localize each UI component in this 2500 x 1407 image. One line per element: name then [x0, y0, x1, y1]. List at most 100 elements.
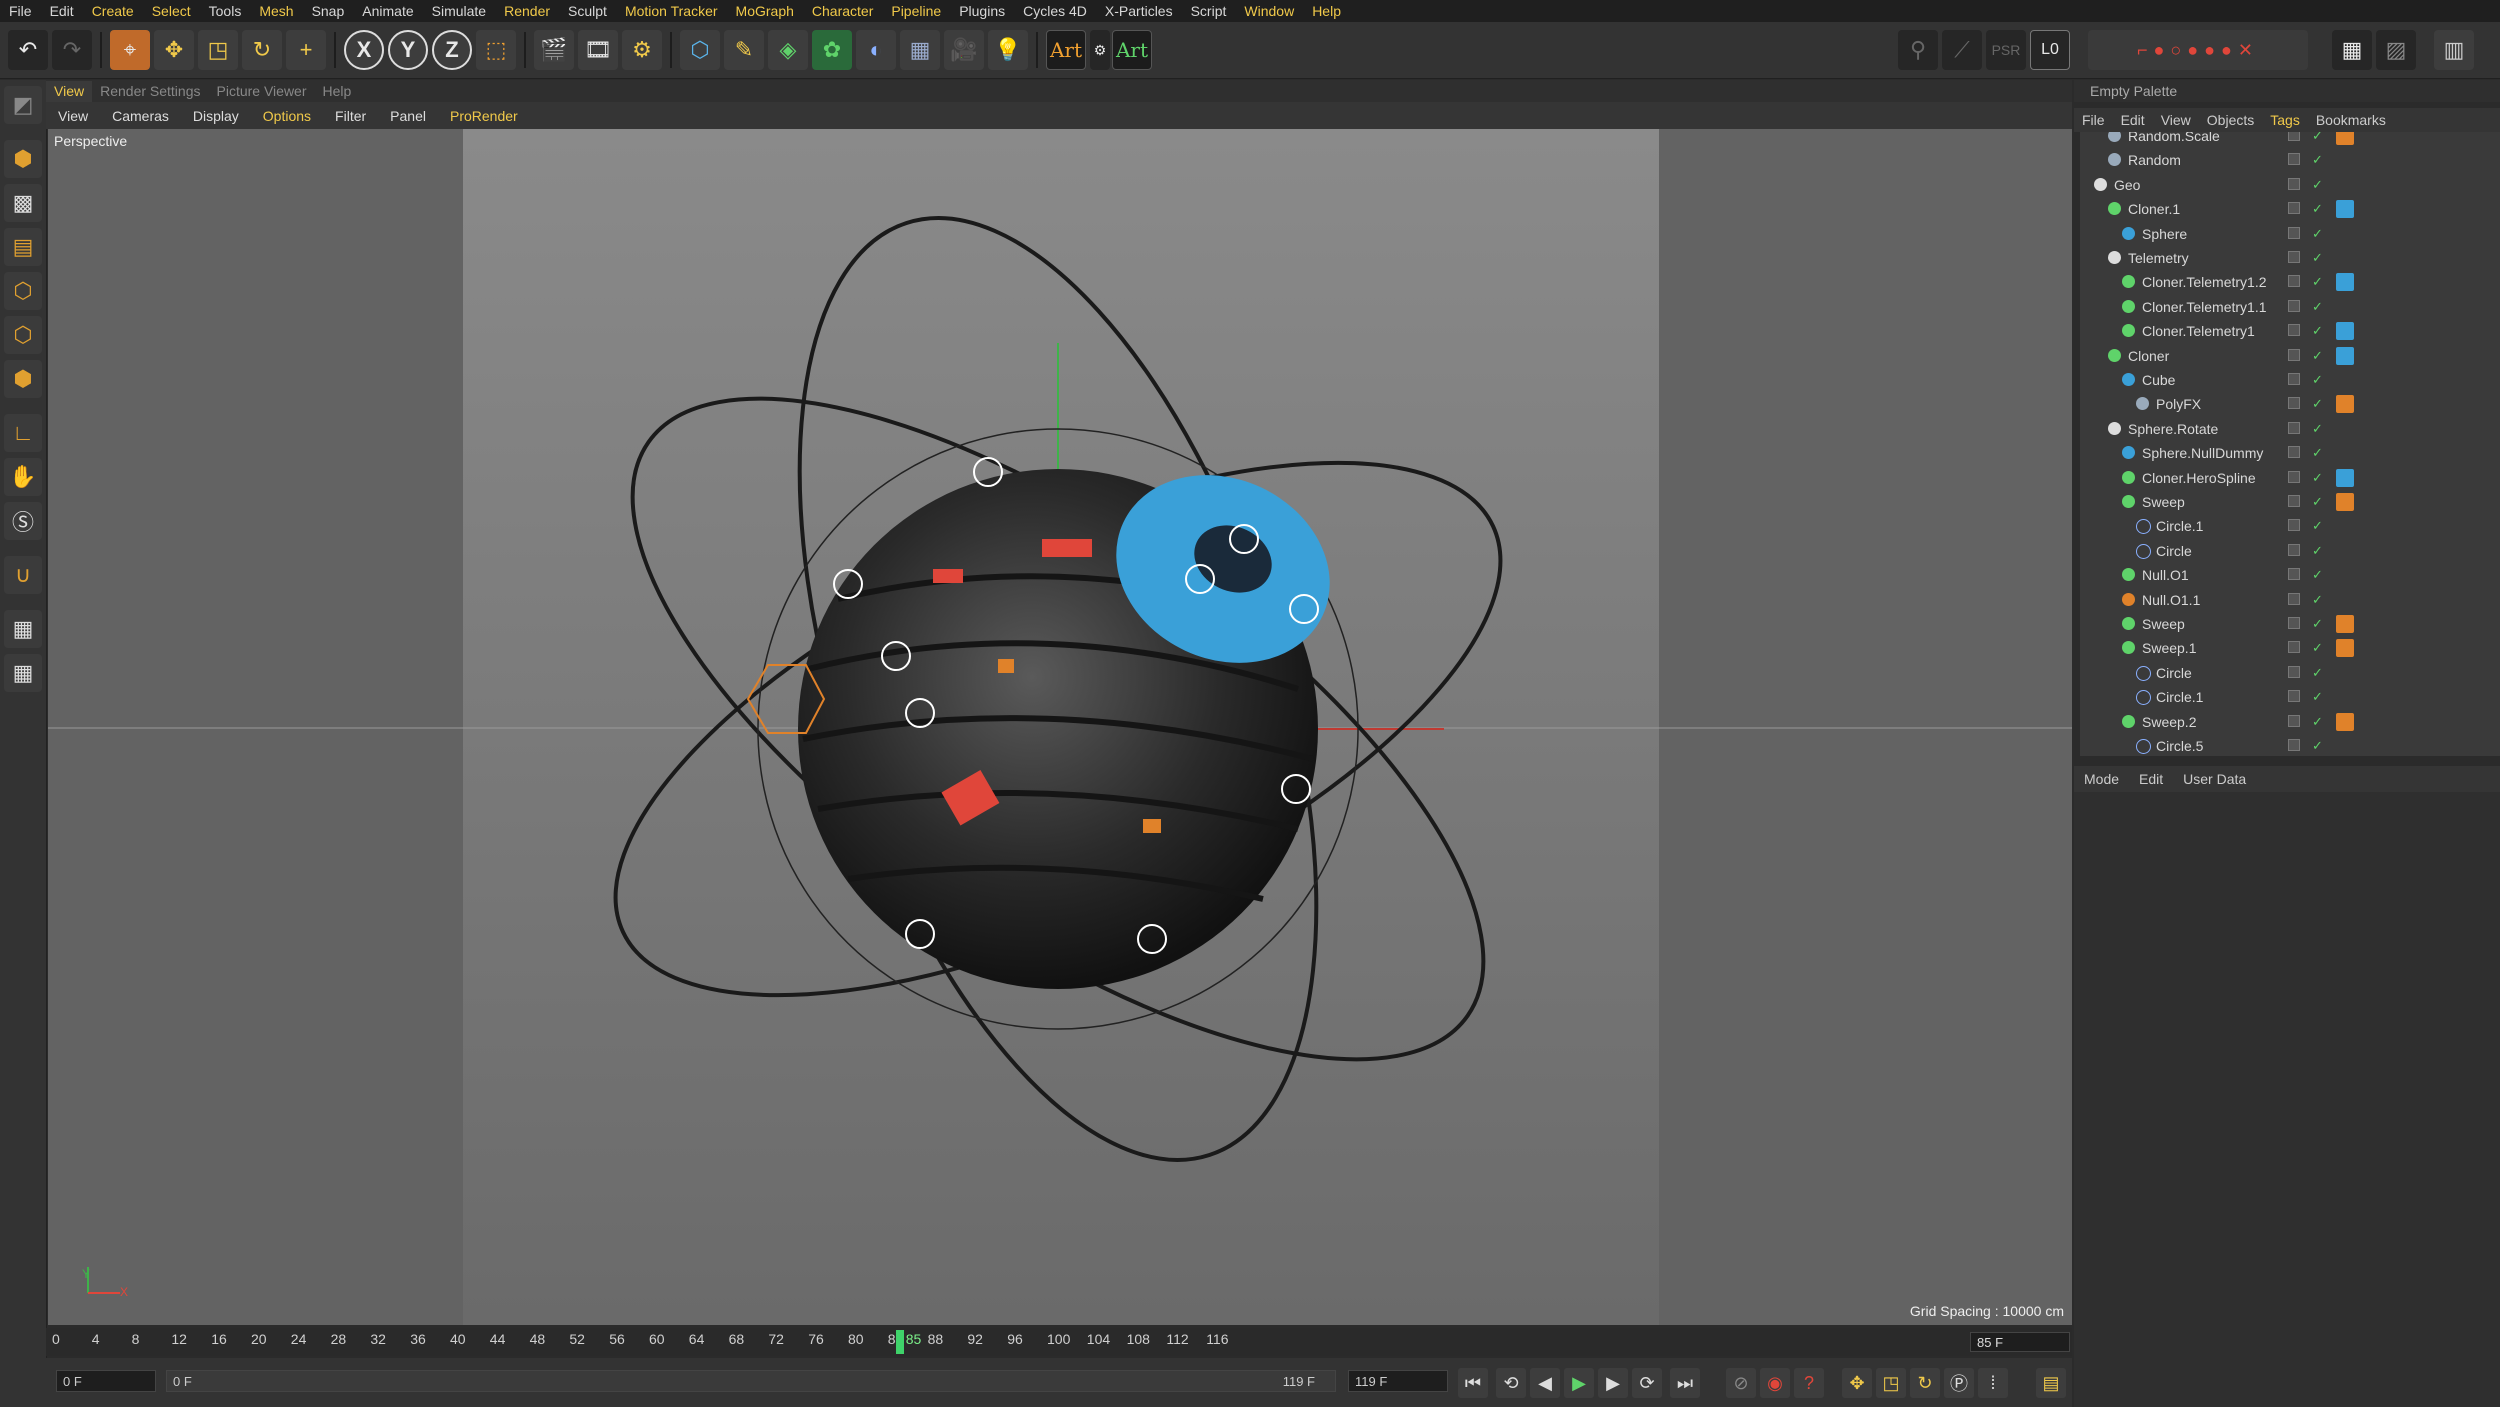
workplane-mode-icon[interactable]: ▤: [4, 228, 42, 266]
layer-tag-icon[interactable]: [2288, 495, 2300, 507]
live-selection-tool-button[interactable]: ⌖: [110, 30, 150, 70]
object-tag-icon[interactable]: [2336, 395, 2354, 414]
layer-tag-icon[interactable]: [2288, 177, 2300, 190]
layer-tag-icon[interactable]: [2288, 153, 2300, 166]
attr-menu-edit[interactable]: Edit: [2129, 771, 2173, 787]
menu-character[interactable]: Character: [803, 3, 882, 19]
undo-button[interactable]: ↶: [8, 30, 48, 70]
object-tag-icon[interactable]: [2336, 200, 2354, 219]
enabled-check-icon[interactable]: ✓: [2312, 514, 2323, 538]
keyframe-selection-button[interactable]: ?: [1794, 1368, 1824, 1398]
viewport-menu-options[interactable]: Options: [251, 108, 323, 124]
z-axis-lock-button[interactable]: Z: [432, 30, 472, 70]
coordinate-system-button[interactable]: ⬚: [476, 30, 516, 70]
enabled-check-icon[interactable]: ✓: [2312, 612, 2323, 636]
layer-tag-icon[interactable]: [2288, 348, 2300, 361]
object-row[interactable]: Circle.1 ✓: [2080, 685, 2500, 709]
enabled-check-icon[interactable]: ✓: [2312, 636, 2323, 660]
scale-tool-button[interactable]: ◳: [198, 30, 238, 70]
axis-mode-icon[interactable]: ∟: [4, 414, 42, 452]
record-point-level-button[interactable]: ⁞: [1978, 1368, 2008, 1398]
object-menu-tags[interactable]: Tags: [2262, 112, 2308, 128]
object-tag-icon[interactable]: [2336, 132, 2354, 145]
current-frame-field[interactable]: 85 F: [1970, 1332, 2070, 1352]
enabled-check-icon[interactable]: ✓: [2312, 132, 2323, 148]
menu-window[interactable]: Window: [1235, 3, 1303, 19]
object-row[interactable]: Circle.5 ✓: [2080, 734, 2500, 756]
object-tag-icon[interactable]: [2336, 493, 2354, 511]
menu-edit[interactable]: Edit: [41, 3, 83, 19]
object-row[interactable]: Cloner.Telemetry1 ✓: [2080, 319, 2500, 343]
transform-tool-button[interactable]: +: [286, 30, 326, 70]
menu-mesh[interactable]: Mesh: [250, 3, 302, 19]
object-row[interactable]: Random ✓: [2080, 148, 2500, 172]
object-row[interactable]: Cloner.HeroSpline ✓: [2080, 466, 2500, 490]
object-row[interactable]: Sweep ✓: [2080, 612, 2500, 636]
enabled-check-icon[interactable]: ✓: [2312, 295, 2323, 319]
object-tag-icon[interactable]: [2336, 346, 2354, 365]
viewport-tab-picture-viewer[interactable]: Picture Viewer: [209, 81, 315, 102]
layer-tag-icon[interactable]: [2288, 202, 2300, 215]
object-row[interactable]: Cloner.Telemetry1.2 ✓: [2080, 270, 2500, 294]
attr-menu-user-data[interactable]: User Data: [2173, 771, 2256, 787]
object-row[interactable]: Circle ✓: [2080, 539, 2500, 563]
record-position-button[interactable]: ✥: [1842, 1368, 1872, 1398]
menu-create[interactable]: Create: [83, 3, 143, 19]
layer-tag-icon[interactable]: [2288, 275, 2300, 288]
layer-tag-icon[interactable]: [2288, 739, 2300, 751]
object-row[interactable]: Cloner.1 ✓: [2080, 197, 2500, 221]
menu-plugins[interactable]: Plugins: [950, 3, 1014, 19]
psr-button[interactable]: PSR: [1986, 30, 2026, 70]
enabled-check-icon[interactable]: ✓: [2312, 441, 2323, 465]
object-row[interactable]: Circle.1 ✓: [2080, 514, 2500, 538]
layer-tag-icon[interactable]: [2288, 324, 2300, 337]
floor-object-button[interactable]: ▦: [900, 30, 940, 70]
viewport-menu-filter[interactable]: Filter: [323, 108, 378, 124]
menu-script[interactable]: Script: [1182, 3, 1236, 19]
x-axis-lock-button[interactable]: X: [344, 30, 384, 70]
render-region-button[interactable]: ▦: [2332, 30, 2372, 70]
enabled-check-icon[interactable]: ✓: [2312, 173, 2323, 197]
mograph-cloner-button[interactable]: ✿: [812, 30, 852, 70]
menu-pipeline[interactable]: Pipeline: [882, 3, 950, 19]
object-row[interactable]: PolyFX ✓: [2080, 392, 2500, 416]
viewport-menu-panel[interactable]: Panel: [378, 108, 438, 124]
preview-range-slider[interactable]: 0 F 119 F: [166, 1370, 1336, 1392]
edges-mode-icon[interactable]: ⬡: [4, 316, 42, 354]
menu-sculpt[interactable]: Sculpt: [559, 3, 616, 19]
enabled-check-icon[interactable]: ✓: [2312, 734, 2323, 756]
playhead[interactable]: [895, 1330, 904, 1354]
enabled-check-icon[interactable]: ✓: [2312, 344, 2323, 368]
viewport-tab-help[interactable]: Help: [315, 81, 360, 102]
menu-file[interactable]: File: [0, 3, 41, 19]
tweak-mode-icon[interactable]: ✋: [4, 458, 42, 496]
object-menu-edit[interactable]: Edit: [2113, 112, 2153, 128]
rotate-tool-button[interactable]: ↻: [242, 30, 282, 70]
object-tag-icon[interactable]: [2336, 468, 2354, 487]
object-row[interactable]: Circle ✓: [2080, 661, 2500, 685]
viewport-menu-prorender[interactable]: ProRender: [438, 108, 530, 124]
enabled-check-icon[interactable]: ✓: [2312, 270, 2323, 294]
previous-frame-button[interactable]: ◀: [1530, 1368, 1560, 1398]
enabled-check-icon[interactable]: ✓: [2312, 685, 2323, 709]
layout-button[interactable]: ▥: [2434, 30, 2474, 70]
layer-tag-icon[interactable]: [2288, 251, 2300, 263]
make-editable-icon[interactable]: ◩: [4, 86, 42, 124]
menu-simulate[interactable]: Simulate: [423, 3, 495, 19]
layer-button[interactable]: L0: [2030, 30, 2070, 70]
redo-button[interactable]: ↷: [52, 30, 92, 70]
arnold-art-ipr-button[interactable]: Art: [1112, 30, 1152, 70]
layer-tag-icon[interactable]: [2288, 568, 2300, 581]
enabled-check-icon[interactable]: ✓: [2312, 490, 2323, 514]
arnold-art-button[interactable]: Art: [1046, 30, 1086, 70]
layer-tag-icon[interactable]: [2288, 397, 2300, 410]
layer-tag-icon[interactable]: [2288, 690, 2300, 703]
move-tool-button[interactable]: ✥: [154, 30, 194, 70]
layer-tag-icon[interactable]: [2288, 519, 2300, 532]
enabled-check-icon[interactable]: ✓: [2312, 392, 2323, 416]
menu-select[interactable]: Select: [143, 3, 200, 19]
start-frame-field[interactable]: 0 F: [56, 1370, 156, 1392]
snap-button[interactable]: ⚲: [1898, 30, 1938, 70]
object-row[interactable]: Sweep.1 ✓: [2080, 636, 2500, 660]
menu-help[interactable]: Help: [1303, 3, 1350, 19]
